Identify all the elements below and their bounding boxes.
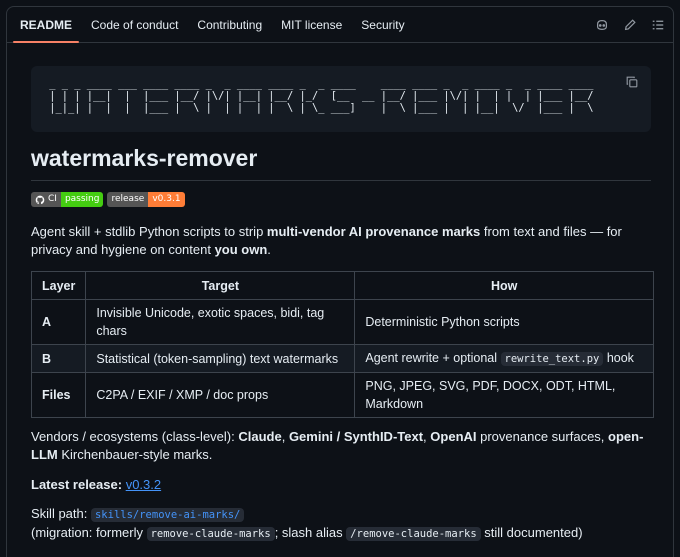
copy-icon[interactable]	[625, 75, 639, 89]
description: Agent skill + stdlib Python scripts to s…	[31, 223, 651, 259]
vendors-bold: Claude	[238, 429, 282, 444]
table-cell: Invisible Unicode, exotic spaces, bidi, …	[85, 299, 356, 345]
release-version: v0.3.1	[148, 192, 185, 207]
table-row: Files C2PA / EXIF / XMP / doc props PNG,…	[30, 372, 654, 418]
vendors-text: ,	[281, 429, 289, 444]
cell-text: hook	[603, 351, 634, 365]
tab-label: Code of conduct	[91, 17, 179, 32]
tab-label: README	[20, 17, 73, 32]
tab-readme[interactable]: README	[13, 7, 80, 43]
cell-text: Agent rewrite + optional	[365, 351, 501, 365]
table-row: A Invisible Unicode, exotic spaces, bidi…	[30, 299, 654, 345]
tab-mit-license[interactable]: MIT license	[274, 7, 349, 42]
migration-text: ; slash alias	[274, 525, 347, 540]
release-label: release	[107, 192, 149, 207]
ci-badge-label: CI	[31, 192, 61, 207]
github-icon	[35, 195, 45, 205]
migration-text: still documented)	[480, 525, 583, 540]
vendors-bold: Gemini / SynthID-Text	[288, 429, 424, 444]
skill-path-label: Skill path:	[31, 506, 91, 521]
tab-label: Security	[361, 17, 405, 32]
ascii-banner: _ _ _ ____ ___ ____ ____ _ _ ____ ____ _…	[49, 78, 594, 114]
table-cell: Agent rewrite + optional rewrite_text.py…	[354, 344, 654, 373]
desc-text: .	[267, 242, 271, 257]
latest-release-link[interactable]: v0.3.2	[126, 477, 161, 492]
table-cell: PNG, JPEG, SVG, PDF, DOCX, ODT, HTML, Ma…	[354, 372, 654, 418]
ci-label-text: CI	[48, 194, 57, 204]
latest-release-label: Latest release:	[31, 477, 123, 492]
latest-release: Latest release: v0.3.2	[31, 476, 651, 494]
tab-label: MIT license	[281, 17, 343, 32]
readme-content: _ _ _ ____ ___ ____ ____ _ _ ____ ____ _…	[7, 66, 673, 543]
desc-text: Agent skill + stdlib Python scripts to s…	[31, 224, 267, 239]
badge-row: CI passing release v0.3.1	[31, 192, 651, 207]
table-cell: A	[30, 299, 87, 345]
ascii-banner-block: _ _ _ ____ ___ ____ ____ _ _ ____ ____ _…	[31, 66, 651, 132]
vendors-paragraph: Vendors / ecosystems (class-level): Clau…	[31, 428, 651, 464]
skill-path-link[interactable]: skills/remove-ai-marks/	[90, 508, 245, 522]
table-cell: Deterministic Python scripts	[354, 299, 654, 345]
page-title: watermarks-remover	[31, 145, 651, 181]
migration-text: (migration: formerly	[31, 525, 147, 540]
tab-security[interactable]: Security	[354, 7, 411, 42]
column-header: Target	[85, 271, 356, 300]
tab-code-of-conduct[interactable]: Code of conduct	[84, 7, 185, 42]
ci-badge[interactable]: CI passing	[31, 192, 104, 207]
tab-label: Contributing	[197, 17, 263, 32]
tab-contributing[interactable]: Contributing	[190, 7, 269, 42]
table-cell: Statistical (token-sampling) text waterm…	[85, 344, 356, 373]
table-cell: C2PA / EXIF / XMP / doc props	[85, 372, 356, 418]
desc-bold: multi-vendor AI provenance marks	[266, 224, 481, 239]
inline-code: remove-claude-marks	[146, 527, 275, 541]
pencil-icon[interactable]	[623, 18, 637, 32]
table-row: B Statistical (token-sampling) text wate…	[30, 344, 654, 373]
table-header-row: Layer Target How	[30, 271, 654, 300]
vendors-text: provenance surfaces,	[476, 429, 609, 444]
layers-table: Layer Target How A Invisible Unicode, ex…	[30, 271, 654, 418]
table-cell: Files	[30, 372, 87, 418]
table-cell: B	[30, 344, 87, 373]
release-badge[interactable]: release v0.3.1	[107, 192, 185, 207]
readme-toolbar	[595, 7, 665, 43]
ci-status: passing	[60, 192, 104, 207]
column-header: Layer	[30, 271, 87, 300]
copilot-icon[interactable]	[595, 18, 609, 32]
inline-code: /remove-claude-marks	[346, 527, 481, 541]
vendors-bold: OpenAI	[430, 429, 477, 444]
desc-bold: you own	[214, 242, 268, 257]
vendors-text: Kirchenbauer-style marks.	[57, 447, 213, 462]
readme-tabbar: README Code of conduct Contributing MIT …	[7, 7, 673, 43]
inline-code: rewrite_text.py	[500, 352, 604, 366]
column-header: How	[354, 271, 654, 300]
vendors-text: Vendors / ecosystems (class-level):	[31, 429, 239, 444]
outline-list-icon[interactable]	[651, 18, 665, 32]
readme-panel: README Code of conduct Contributing MIT …	[6, 6, 674, 557]
skill-path: Skill path: skills/remove-ai-marks/ (migr…	[31, 505, 651, 543]
